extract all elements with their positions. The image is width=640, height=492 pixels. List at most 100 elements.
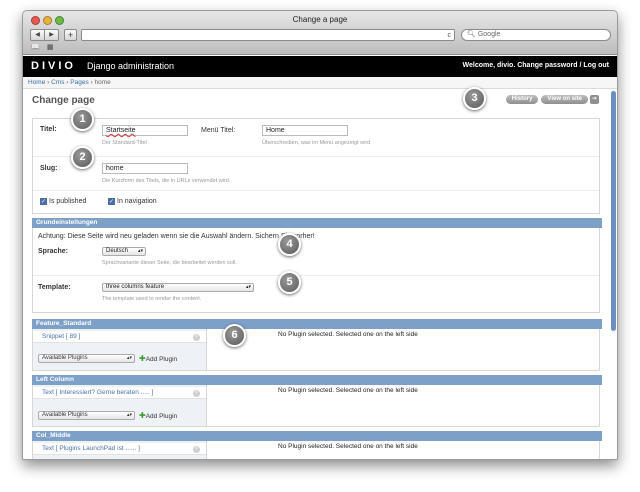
template-value: three columns feature — [106, 284, 165, 290]
breadcrumb-home[interactable]: Home — [28, 79, 45, 86]
select-arrow-icon: ▴▾ — [137, 248, 143, 254]
in-navigation-label: In navigation — [117, 198, 157, 205]
no-plugin-message: No Plugin selected. Selected one on the … — [278, 387, 418, 394]
plugin-item[interactable]: Snippet [ 89 ] × — [33, 331, 206, 343]
slug-help: Die Kurzform des Titels, die in URLs ver… — [102, 178, 231, 184]
breadcrumb-pages[interactable]: Pages — [70, 79, 88, 86]
available-plugins-select[interactable]: Available Plugins ▴▾ — [38, 354, 135, 363]
delete-icon[interactable]: × — [193, 446, 200, 453]
search-field[interactable]: 🔍︎ Google — [461, 29, 611, 41]
divider — [33, 275, 599, 276]
placeholder-left-column: Left Column Text [ Interessiert? Gerne b… — [32, 375, 602, 427]
add-plugin-label: Add Plugin — [145, 413, 178, 420]
main-fieldset: Titel: Startseite Der Standard-Titel Men… — [32, 118, 600, 214]
site-title: Django administration — [87, 61, 175, 71]
plugin-item[interactable]: Text [ Plugins LaunchPad ist ...... ] × — [33, 443, 206, 455]
object-tools: History View on site ➔ — [503, 95, 599, 104]
titel-input[interactable]: Startseite — [102, 125, 188, 136]
menu-title-help: Überschreiben, was im Menü angezeigt wir… — [262, 140, 371, 146]
menu-title-input[interactable]: Home — [262, 125, 348, 136]
top-sites-icon[interactable]: ▦ — [47, 43, 54, 51]
reload-icon[interactable]: c — [448, 30, 452, 41]
select-arrow-icon: ▴▾ — [245, 284, 251, 290]
placeholder-heading: Left Column — [32, 375, 602, 385]
browser-window: Change a page ◀ ▶ + c 🔍︎ Google 📖 ▦ DIVI… — [22, 10, 618, 460]
plugin-label: Text [ Plugins LaunchPad ist ...... ] — [42, 445, 140, 452]
available-plugins-value: Available Plugins — [42, 355, 88, 361]
title-row: Titel: Startseite Der Standard-Titel Men… — [33, 119, 599, 157]
placeholder-heading: Col_Middle — [32, 431, 602, 441]
language-label: Sprache: — [38, 248, 68, 255]
plugin-list: Text [ Interessiert? Gerne beraten .....… — [33, 385, 207, 426]
checkmark-icon: ✓ — [40, 198, 47, 205]
language-select[interactable]: Deutsch ▴▾ — [102, 247, 146, 256]
callout-6: 6 — [223, 324, 246, 347]
breadcrumb: Home › Cms › Pages › home — [23, 77, 617, 89]
slug-input[interactable]: home — [102, 163, 188, 174]
breadcrumb-cms[interactable]: Cms — [51, 79, 64, 86]
no-plugin-message: No Plugin selected. Selected one on the … — [278, 443, 418, 450]
plugin-item[interactable]: Text [ Interessiert? Gerne beraten .....… — [33, 387, 206, 399]
add-plugin-button[interactable]: ✚Add Plugin — [139, 354, 177, 363]
page-title: Change page — [32, 95, 95, 106]
no-plugin-message: No Plugin selected. Selected one on the … — [278, 331, 418, 338]
reload-warning: Achtung: Diese Seite wird neu geladen we… — [38, 233, 315, 240]
menu-title-label: Menü Titel: — [201, 127, 236, 134]
plus-icon: ✚ — [139, 354, 146, 363]
forward-button[interactable]: ▶ — [44, 30, 58, 40]
callout-5: 5 — [278, 271, 301, 294]
search-icon: 🔍︎ — [467, 31, 476, 38]
callout-4: 4 — [278, 233, 301, 256]
plus-icon: ✚ — [139, 411, 146, 420]
admin-header: DIVIO Django administration Welcome, div… — [23, 56, 617, 77]
search-placeholder: Google — [477, 31, 501, 38]
select-arrow-icon: ▴▾ — [126, 355, 132, 361]
delete-icon[interactable]: × — [193, 390, 200, 397]
plugin-list: Text [ Plugins LaunchPad ist ...... ] × — [33, 441, 207, 459]
titel-label: Titel: — [40, 126, 57, 133]
template-select[interactable]: three columns feature ▴▾ — [102, 283, 254, 292]
in-navigation-checkbox[interactable]: ✓ In navigation — [108, 198, 157, 205]
titel-help: Der Standard-Titel — [102, 140, 147, 146]
divio-logo: DIVIO — [31, 60, 76, 72]
template-label: Template: — [38, 284, 71, 291]
new-tab-button[interactable]: + — [64, 29, 77, 41]
settings-heading: Grundeinstellungen — [32, 218, 602, 228]
back-button[interactable]: ◀ — [31, 30, 44, 40]
is-published-checkbox[interactable]: ✓ Is published — [40, 198, 86, 205]
available-plugins-value: Available Plugins — [42, 412, 88, 418]
language-help: Sprachvariante dieser Seite, die bearbei… — [102, 260, 237, 266]
user-links[interactable]: Welcome, divio. Change password / Log ou… — [463, 62, 610, 69]
add-plugin-label: Add Plugin — [145, 356, 178, 363]
history-nav: ◀ ▶ — [30, 29, 59, 41]
plugin-list: Snippet [ 89 ] × Available Plugins ▴▾ ✚Add… — [33, 329, 207, 370]
language-value: Deutsch — [106, 248, 129, 254]
plugin-label: Snippet [ 89 ] — [42, 333, 81, 340]
select-arrow-icon: ▴▾ — [126, 412, 132, 418]
scrollbar[interactable] — [611, 91, 616, 331]
bookmarks-icon[interactable]: 📖 — [31, 43, 40, 51]
is-published-label: Is published — [49, 198, 87, 205]
arrow-right-icon[interactable]: ➔ — [590, 95, 599, 104]
title-bar: Change a page ◀ ▶ + c 🔍︎ Google 📖 ▦ — [23, 11, 617, 55]
window-title: Change a page — [292, 15, 348, 24]
add-plugin-button[interactable]: ✚Add Plugin — [139, 411, 177, 420]
available-plugins-select[interactable]: Available Plugins ▴▾ — [38, 411, 135, 420]
callout-2: 2 — [71, 146, 94, 169]
callout-1: 1 — [71, 108, 94, 131]
template-help: The template used to render the content. — [102, 296, 202, 302]
placeholder-heading: Feature_Standard — [32, 319, 602, 329]
address-bar[interactable]: c — [81, 29, 455, 41]
placeholder-col-middle: Col_Middle Text [ Plugins LaunchPad ist … — [32, 431, 602, 459]
checkmark-icon: ✓ — [108, 198, 115, 205]
breadcrumb-current: home — [94, 79, 111, 86]
placeholder-feature-standard: Feature_Standard Snippet [ 89 ] × Availab… — [32, 319, 602, 371]
slug-row: Slug: home Die Kurzform des Titels, die … — [33, 157, 599, 191]
slug-label: Slug: — [40, 165, 58, 172]
plugin-label: Text [ Interessiert? Gerne beraten .....… — [42, 389, 154, 396]
delete-icon[interactable]: × — [193, 334, 200, 341]
history-button[interactable]: History — [505, 95, 539, 104]
callout-3: 3 — [463, 87, 486, 110]
view-on-site-button[interactable]: View on site — [541, 95, 588, 104]
settings-fieldset: Grundeinstellungen Achtung: Diese Seite … — [32, 218, 602, 313]
